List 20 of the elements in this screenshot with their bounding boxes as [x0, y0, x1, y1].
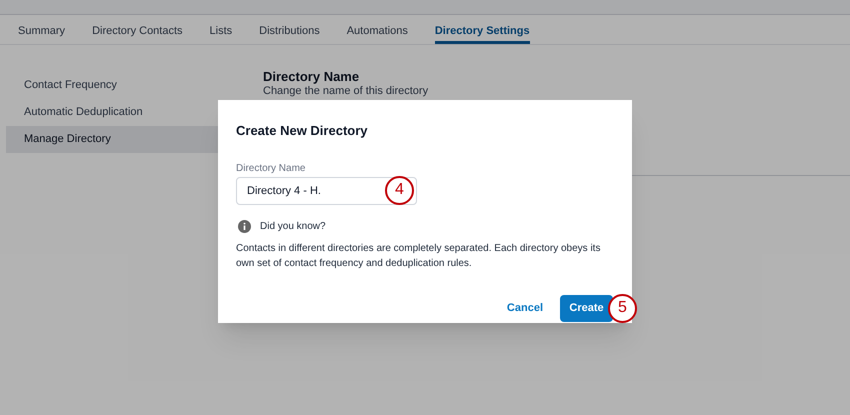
sidebar-item[interactable]: Contact Frequency [6, 72, 220, 99]
step-badge: 4 [385, 176, 414, 204]
tab[interactable]: Lists [210, 15, 232, 44]
tab[interactable]: Summary [18, 15, 66, 44]
section-heading: Directory Name [263, 69, 360, 85]
tab[interactable]: Automations [346, 15, 408, 44]
section-description: Change the name of this directory [263, 85, 428, 97]
dialog-title: Create New Directory [236, 122, 368, 140]
tab[interactable]: Distributions [259, 15, 320, 44]
tab[interactable]: Directory Settings [434, 15, 530, 44]
sidebar-item[interactable]: Automatic Deduplication [6, 99, 220, 126]
sidebar-item[interactable]: Manage Directory [6, 126, 220, 153]
create-button[interactable]: Create [560, 294, 613, 322]
tip-text: Contacts in different directories are completely separated. Each directory obeys its own set of contact frequency and deduplication rules. [236, 242, 602, 270]
info-icon [238, 220, 251, 232]
field-label: Directory Name [236, 162, 306, 176]
cancel-button[interactable]: Cancel [506, 300, 543, 316]
tip-title: Did you know? [260, 220, 326, 234]
tab[interactable]: Directory Contacts [92, 15, 183, 44]
step-badge: 5 [608, 294, 637, 322]
